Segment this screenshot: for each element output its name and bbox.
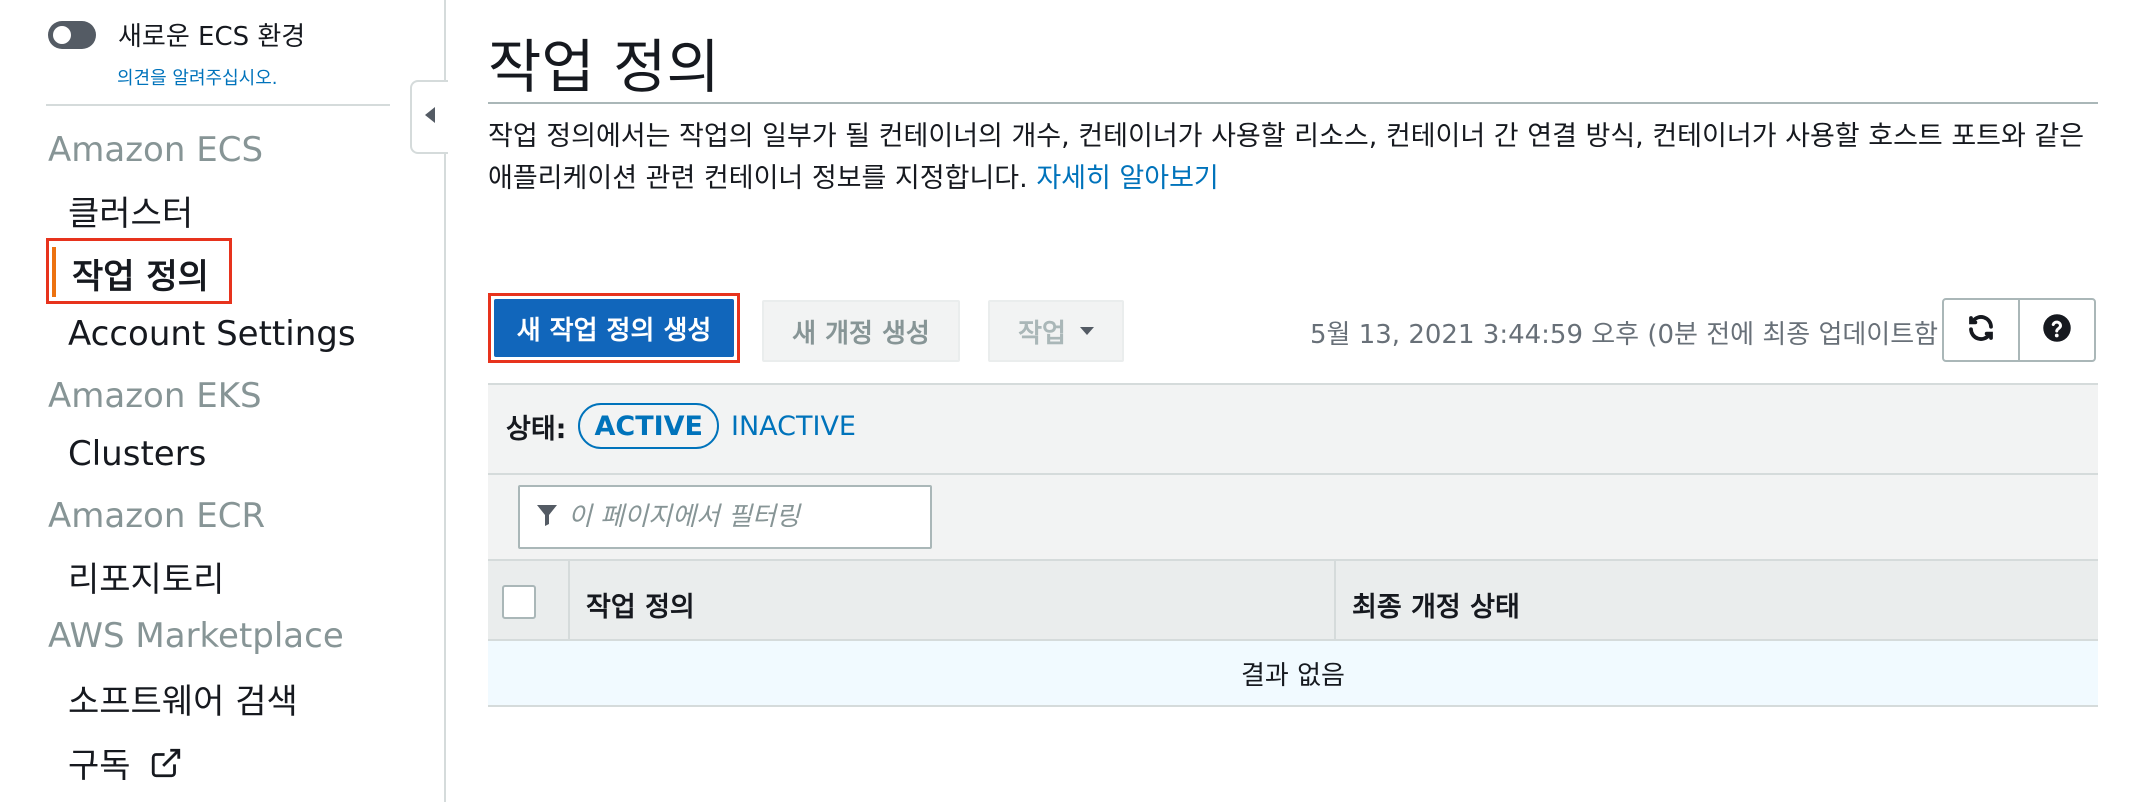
active-item-marker	[52, 247, 56, 297]
status-inactive-tab[interactable]: INACTIVE	[731, 411, 856, 442]
new-ecs-toggle-row: 새로운 ECS 환경	[48, 16, 305, 53]
sidebar-item-clusters[interactable]: 클러스터	[68, 186, 193, 235]
toggle-knob	[53, 25, 71, 44]
status-label: 상태:	[506, 413, 567, 445]
filter-input[interactable]	[566, 501, 910, 533]
column-header-latest-revision-status[interactable]: 최종 개정 상태	[1352, 585, 1520, 624]
create-new-revision-button[interactable]: 새 개정 생성	[762, 300, 960, 362]
external-link-icon	[149, 746, 183, 789]
panel-divider	[488, 473, 2098, 475]
new-ecs-toggle-label: 새로운 ECS 환경	[118, 22, 306, 52]
caret-down-icon	[1079, 327, 1094, 335]
create-task-definition-label: 새 작업 정의 생성	[494, 299, 734, 357]
nav-section-amazon-eks: Amazon EKS	[48, 376, 262, 416]
page-description: 작업 정의에서는 작업의 일부가 될 컨테이너의 개수, 컨테이너가 사용할 리…	[488, 116, 2088, 200]
question-circle-icon	[2042, 313, 2072, 347]
nav-section-amazon-ecs: Amazon ECS	[48, 130, 264, 170]
sidebar-item-subscriptions[interactable]: 구독	[68, 738, 183, 789]
filter-icon	[536, 503, 558, 531]
sidebar-item-task-definitions[interactable]: 작업 정의	[72, 249, 209, 298]
last-updated-timestamp: 5월 13, 2021 3:44:59 오후 (0분 전에 최종 업데이트함	[1310, 320, 1939, 350]
status-filter: 상태: ACTIVE INACTIVE	[506, 403, 856, 449]
sidebar-divider	[46, 104, 390, 106]
sidebar-collapse-button[interactable]	[410, 80, 448, 154]
status-active-tab[interactable]: ACTIVE	[578, 403, 719, 449]
column-divider	[1334, 561, 1336, 641]
nav-section-aws-marketplace: AWS Marketplace	[48, 616, 344, 656]
actions-label: 작업	[1018, 318, 1066, 349]
column-divider	[568, 561, 570, 641]
description-text: 작업 정의에서는 작업의 일부가 될 컨테이너의 개수, 컨테이너가 사용할 리…	[488, 121, 2085, 194]
filter-field[interactable]	[518, 485, 932, 549]
sidebar: 새로운 ECS 환경 의견을 알려주십시오. Amazon ECS 클러스터 작…	[0, 0, 446, 802]
empty-results-row: 결과 없음	[488, 641, 2098, 707]
sidebar-item-repositories[interactable]: 리포지토리	[68, 552, 224, 601]
sidebar-item-eks-clusters[interactable]: Clusters	[68, 434, 206, 474]
refresh-icon	[1966, 313, 1996, 347]
table-header: 작업 정의 최종 개정 상태	[488, 559, 2098, 641]
learn-more-link[interactable]: 자세히 알아보기	[1036, 163, 1218, 194]
help-button[interactable]	[2018, 298, 2096, 362]
new-ecs-toggle[interactable]	[48, 20, 96, 49]
create-task-definition-button[interactable]: 새 작업 정의 생성	[488, 293, 740, 363]
caret-left-icon	[423, 106, 437, 128]
actions-dropdown-button[interactable]: 작업	[988, 300, 1124, 362]
page-title: 작업 정의	[488, 33, 720, 101]
feedback-link[interactable]: 의견을 알려주십시오.	[117, 64, 277, 90]
sidebar-item-discover-software[interactable]: 소프트웨어 검색	[68, 674, 298, 723]
select-all-checkbox[interactable]	[502, 585, 536, 619]
title-divider	[488, 102, 2098, 104]
column-header-task-definition[interactable]: 작업 정의	[586, 585, 695, 624]
nav-section-amazon-ecr: Amazon ECR	[48, 496, 266, 536]
sidebar-item-account-settings[interactable]: Account Settings	[68, 314, 356, 354]
refresh-button[interactable]	[1942, 298, 2020, 362]
sidebar-item-subscriptions-label: 구독	[68, 746, 131, 786]
task-definitions-panel: 상태: ACTIVE INACTIVE 작업 정의 최종 개정 상태 결과 없음	[488, 383, 2098, 707]
